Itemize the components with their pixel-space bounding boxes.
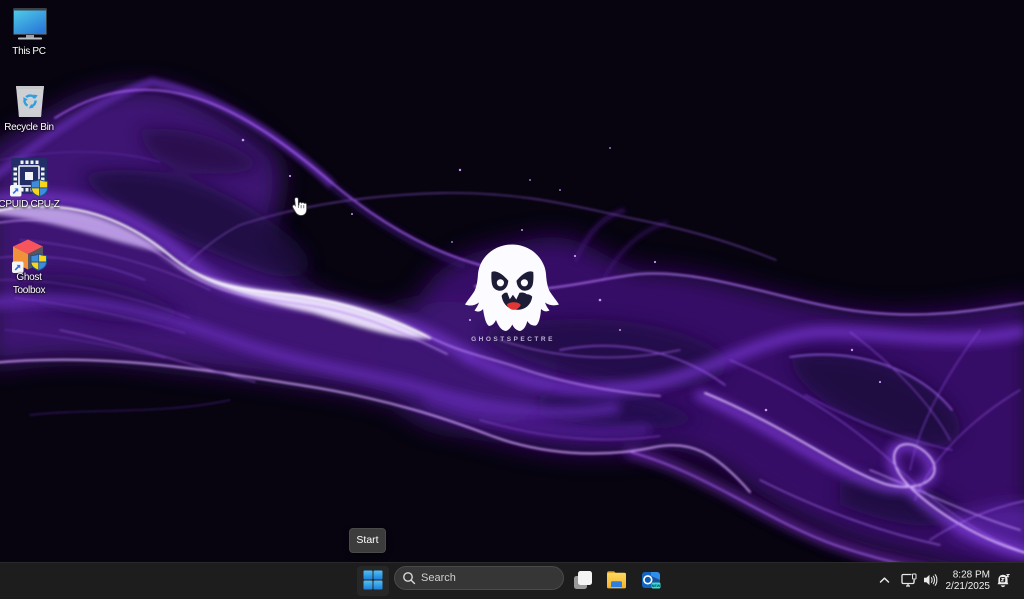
svg-text:2/21/2025: 2/21/2025 bbox=[946, 581, 991, 592]
svg-text:NEW: NEW bbox=[652, 584, 661, 588]
svg-text:8:28 PM: 8:28 PM bbox=[953, 570, 990, 581]
